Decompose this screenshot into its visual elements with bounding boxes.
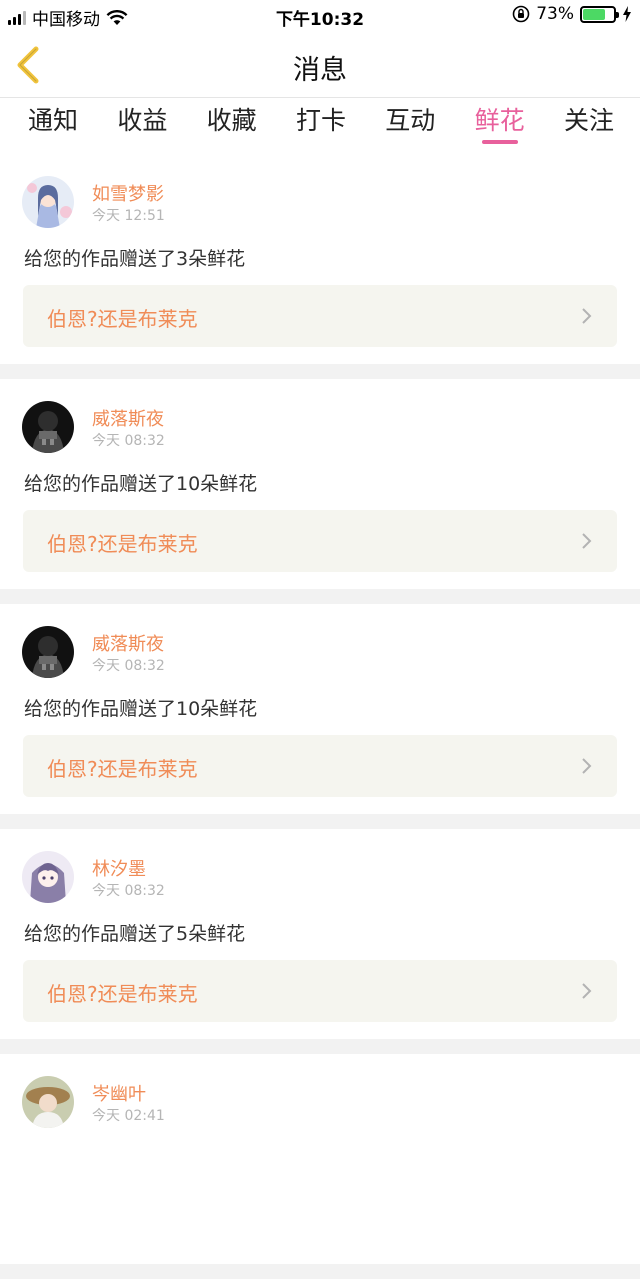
chevron-right-icon <box>582 533 592 549</box>
sender-name[interactable]: 岑幽叶 <box>92 1080 146 1106</box>
work-link[interactable]: 伯恩?还是布莱克 <box>23 285 617 347</box>
tab-bar: 通知 收益 收藏 打卡 互动 鲜花 关注 <box>0 98 640 154</box>
tab-label: 关注 <box>563 106 614 135</box>
tab-checkin[interactable]: 打卡 <box>286 98 356 154</box>
timestamp: 今天 02:41 <box>92 1108 165 1124</box>
chevron-right-icon <box>582 758 592 774</box>
tab-flowers[interactable]: 鲜花 <box>465 98 535 154</box>
chevron-right-icon <box>582 308 592 324</box>
sender-name[interactable]: 如雪梦影 <box>92 180 164 206</box>
back-button[interactable] <box>10 44 50 86</box>
sender-name[interactable]: 威落斯夜 <box>92 405 164 431</box>
tab-earnings[interactable]: 收益 <box>107 98 177 154</box>
status-right: 73% <box>512 4 632 24</box>
chevron-left-icon <box>17 46 39 84</box>
message-card: 林汐墨 今天 08:32 给您的作品赠送了5朵鲜花 伯恩?还是布莱克 <box>0 829 640 1039</box>
dark-figure-avatar-icon <box>22 626 74 678</box>
tab-label: 互动 <box>385 106 436 135</box>
battery-icon <box>580 5 619 23</box>
avatar[interactable] <box>22 1076 74 1128</box>
tab-label: 打卡 <box>295 106 346 135</box>
anime-girl-avatar-icon <box>22 176 74 228</box>
work-title: 伯恩?还是布莱克 <box>47 982 198 1006</box>
tab-label: 通知 <box>27 106 78 135</box>
message-card: 威落斯夜 今天 08:32 给您的作品赠送了10朵鲜花 伯恩?还是布莱克 <box>0 604 640 814</box>
avatar[interactable] <box>22 176 74 228</box>
dark-figure-avatar-icon <box>22 401 74 453</box>
message-card: 岑幽叶 今天 02:41 <box>0 1054 640 1264</box>
message-text: 给您的作品赠送了3朵鲜花 <box>24 248 246 270</box>
work-title: 伯恩?还是布莱克 <box>47 757 198 781</box>
page-title: 消息 <box>293 55 347 86</box>
tab-notifications[interactable]: 通知 <box>18 98 88 154</box>
tab-label: 鲜花 <box>474 106 525 135</box>
message-text: 给您的作品赠送了5朵鲜花 <box>24 923 246 945</box>
girl-hat-avatar-icon <box>22 1076 74 1128</box>
chevron-right-icon <box>582 983 592 999</box>
avatar[interactable] <box>22 401 74 453</box>
tab-label: 收藏 <box>206 106 257 135</box>
avatar[interactable] <box>22 626 74 678</box>
tab-favorites[interactable]: 收藏 <box>197 98 267 154</box>
message-text: 给您的作品赠送了10朵鲜花 <box>24 698 258 720</box>
avatar[interactable] <box>22 851 74 903</box>
sender-name[interactable]: 林汐墨 <box>92 855 146 881</box>
work-link[interactable]: 伯恩?还是布莱克 <box>23 960 617 1022</box>
tab-interactions[interactable]: 互动 <box>375 98 445 154</box>
timestamp: 今天 08:32 <box>92 658 165 674</box>
nav-bar: 消息 <box>0 32 640 98</box>
active-tab-indicator <box>481 140 518 144</box>
anime-girl-purple-avatar-icon <box>22 851 74 903</box>
work-title: 伯恩?还是布莱克 <box>47 307 198 331</box>
timestamp: 今天 08:32 <box>92 883 165 899</box>
charging-icon <box>623 6 631 22</box>
status-bar: 中国移动 下午10:32 73% <box>0 0 640 32</box>
battery-level <box>583 8 605 20</box>
tab-label: 收益 <box>117 106 168 135</box>
timestamp: 今天 12:51 <box>92 208 165 224</box>
message-text: 给您的作品赠送了10朵鲜花 <box>24 473 258 495</box>
work-title: 伯恩?还是布莱克 <box>47 532 198 556</box>
timestamp: 今天 08:32 <box>92 433 165 449</box>
sender-name[interactable]: 威落斯夜 <box>92 630 164 656</box>
battery-percent: 73% <box>536 4 574 24</box>
message-card: 威落斯夜 今天 08:32 给您的作品赠送了10朵鲜花 伯恩?还是布莱克 <box>0 379 640 589</box>
orientation-lock-icon <box>512 5 530 23</box>
tab-following[interactable]: 关注 <box>554 98 624 154</box>
message-card: 如雪梦影 今天 12:51 给您的作品赠送了3朵鲜花 伯恩?还是布莱克 <box>0 154 640 364</box>
work-link[interactable]: 伯恩?还是布莱克 <box>23 510 617 572</box>
work-link[interactable]: 伯恩?还是布莱克 <box>23 735 617 797</box>
message-list: 如雪梦影 今天 12:51 给您的作品赠送了3朵鲜花 伯恩?还是布莱克 威落斯夜… <box>0 154 640 1279</box>
